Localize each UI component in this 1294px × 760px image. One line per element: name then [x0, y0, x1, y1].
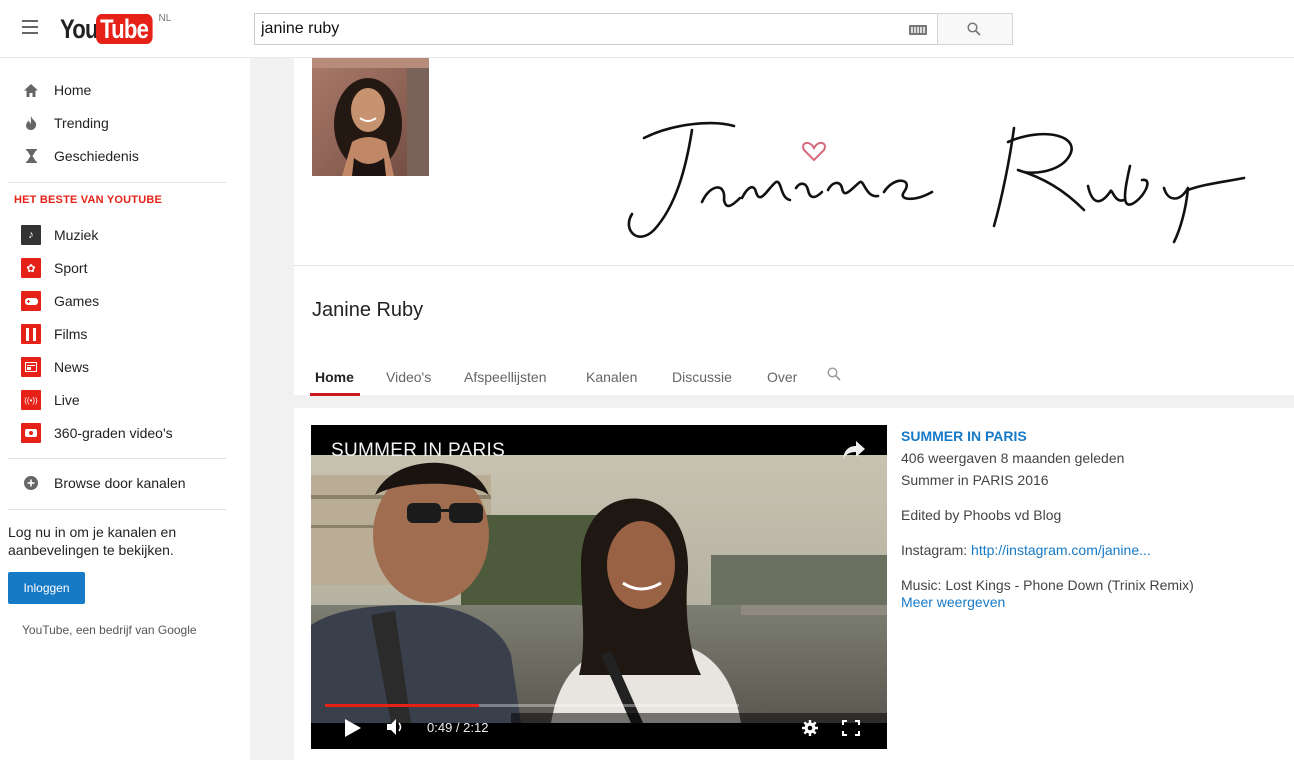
sidebar-item-label: Geschiedenis	[54, 148, 139, 164]
instagram-line: Instagram: http://instagram.com/janine..…	[901, 542, 1291, 558]
tab-discussion[interactable]: Discussie	[672, 369, 732, 385]
tab-videos[interactable]: Video's	[386, 369, 431, 385]
add-circle-icon	[22, 474, 40, 492]
video-title-link[interactable]: SUMMER IN PARIS	[901, 428, 1291, 444]
sidebar-item-label: Home	[54, 82, 92, 98]
banner-signature-art	[627, 121, 1246, 244]
settings-gear-icon[interactable]	[802, 720, 818, 736]
tab-playlists[interactable]: Afspeellijsten	[464, 369, 547, 385]
sport-icon: ✿	[21, 258, 41, 278]
video-frame	[311, 455, 887, 723]
browse-channels-link[interactable]: Browse door kanalen	[0, 467, 250, 499]
active-tab-indicator	[310, 393, 360, 396]
sidebar-item-label: Muziek	[54, 227, 99, 243]
instagram-label: Instagram:	[901, 542, 972, 558]
logo-region-label: NL	[158, 13, 172, 24]
video-info-panel: SUMMER IN PARIS 406 weergaven 8 maanden …	[901, 428, 1291, 610]
gamepad-icon	[21, 291, 41, 311]
progress-bar[interactable]	[325, 704, 739, 707]
section-title: HET BESTE VAN YOUTUBE	[14, 194, 163, 206]
sidebar-item-live[interactable]: ((•)) Live	[0, 384, 250, 416]
login-prompt: Log nu in om je kanalen en aanbevelingen…	[8, 524, 177, 558]
sidebar-item-home[interactable]: Home	[0, 74, 250, 106]
video-description-line: Edited by Phoobs vd Blog	[901, 507, 1062, 523]
sidebar-item-label: Live	[54, 392, 80, 408]
news-icon	[21, 357, 41, 377]
home-icon	[22, 81, 40, 99]
sidebar-item-trending[interactable]: Trending	[0, 107, 250, 139]
flame-icon	[22, 114, 40, 132]
search-input[interactable]	[255, 14, 875, 44]
video-description-line: Summer in PARIS 2016	[901, 472, 1049, 488]
browse-channels-label: Browse door kanalen	[54, 475, 186, 491]
sidebar-item-label: 360-graden video's	[54, 425, 173, 441]
show-more-link[interactable]: Meer weergeven	[901, 594, 1291, 610]
sidebar-item-sport[interactable]: ✿ Sport	[0, 252, 250, 284]
volume-icon[interactable]	[387, 719, 405, 735]
instagram-link[interactable]: http://instagram.com/janine...	[971, 542, 1151, 558]
tab-about[interactable]: Over	[767, 369, 797, 385]
video-meta: 406 weergaven 8 maanden geleden	[901, 450, 1125, 466]
hourglass-icon	[22, 147, 40, 165]
logo-tube-text: Tube	[96, 14, 153, 44]
sidebar-item-label: News	[54, 359, 90, 375]
sidebar-item-label: Games	[54, 293, 100, 309]
divider	[8, 182, 226, 183]
music-credit: Music: Lost Kings - Phone Down (Trinix R…	[901, 577, 1194, 593]
sidebar-item-news[interactable]: News	[0, 351, 250, 383]
tab-channels[interactable]: Kanalen	[586, 369, 637, 385]
player-overlay-title[interactable]: SUMMER IN PARIS	[331, 440, 505, 462]
logo-you-text: You	[60, 14, 99, 44]
sidebar-item-history[interactable]: Geschiedenis	[0, 140, 250, 172]
guide-sidebar: Home Trending Geschiedenis HET BESTE VAN…	[0, 58, 250, 760]
divider	[8, 509, 226, 510]
sidebar-item-music[interactable]: ♪ Muziek	[0, 219, 250, 251]
sidebar-item-games[interactable]: Games	[0, 285, 250, 317]
channel-banner	[294, 58, 1294, 265]
youtube-logo[interactable]: You Tube NL	[60, 13, 172, 44]
film-icon	[21, 324, 41, 344]
featured-video-section: SUMMER IN PARIS 0:49 / 2:12 SUMMER IN PA…	[294, 408, 1294, 760]
channel-search-icon[interactable]	[827, 367, 841, 381]
fullscreen-icon[interactable]	[842, 720, 860, 736]
sidebar-item-label: Trending	[54, 115, 109, 131]
channel-title: Janine Ruby	[312, 299, 424, 321]
share-icon[interactable]	[843, 441, 865, 459]
search-icon	[967, 22, 981, 36]
search-box[interactable]	[254, 13, 938, 45]
sidebar-item-films[interactable]: Films	[0, 318, 250, 350]
guide-menu-icon[interactable]	[22, 20, 38, 34]
search-button[interactable]	[937, 13, 1013, 45]
video-player[interactable]: SUMMER IN PARIS 0:49 / 2:12	[311, 425, 887, 749]
time-display: 0:49 / 2:12	[427, 720, 489, 735]
sidebar-item-label: Sport	[54, 260, 88, 276]
masthead: You Tube NL	[0, 0, 1294, 58]
music-icon: ♪	[21, 225, 41, 245]
play-icon[interactable]	[345, 719, 361, 737]
sidebar-item-label: Films	[54, 326, 88, 342]
divider	[8, 458, 226, 459]
vr360-icon	[21, 423, 41, 443]
channel-avatar[interactable]	[312, 58, 429, 176]
tab-home[interactable]: Home	[315, 369, 354, 385]
sidebar-item-360[interactable]: 360-graden video's	[0, 417, 250, 449]
keyboard-icon[interactable]	[909, 25, 927, 35]
progress-bar-played	[325, 704, 479, 707]
login-button[interactable]: Inloggen	[8, 572, 85, 604]
google-footer-note: YouTube, een bedrijf van Google	[22, 623, 197, 637]
channel-header: Janine Ruby Home Video's Afspeellijsten …	[294, 265, 1294, 396]
live-icon: ((•))	[21, 390, 41, 410]
